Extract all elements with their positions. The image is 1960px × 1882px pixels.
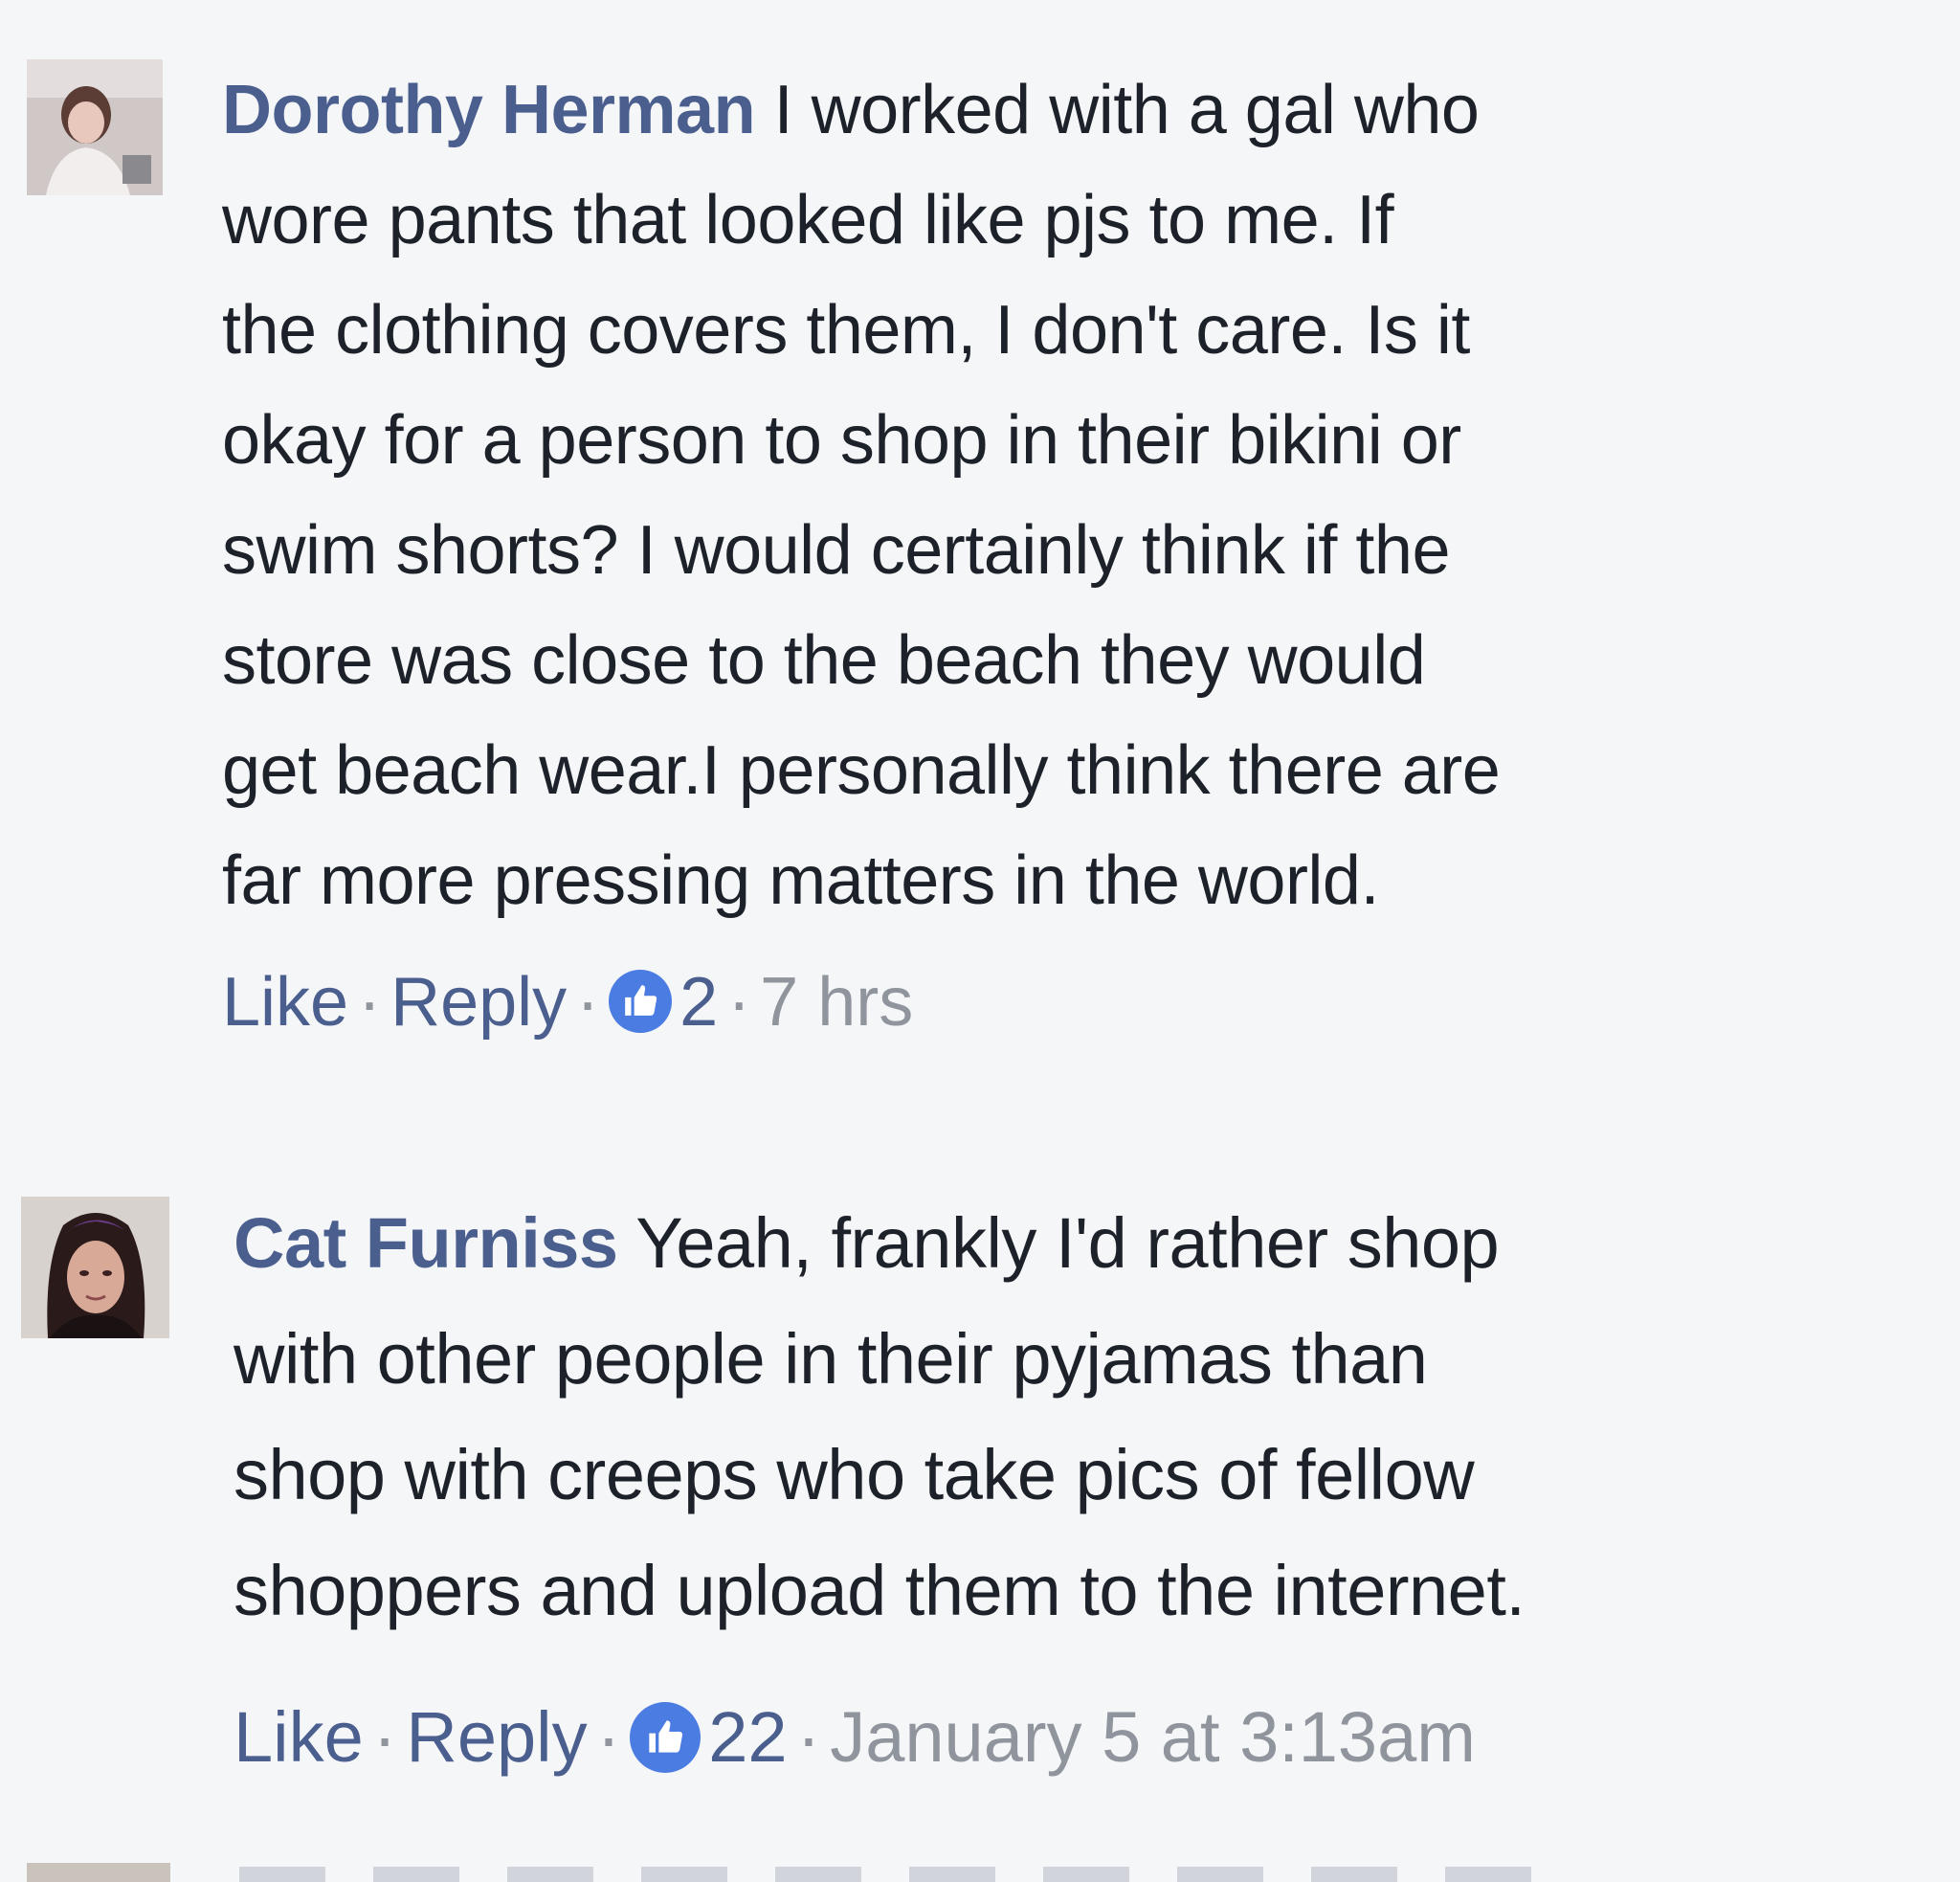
- comment-text: with other people in their pyjamas than: [234, 1319, 1428, 1399]
- comment-body: Dorothy Herman I worked with a gal who w…: [222, 56, 1772, 936]
- reaction-count[interactable]: 2: [679, 964, 718, 1041]
- comment-text: Yeah, frankly I'd rather shop: [617, 1203, 1500, 1283]
- author-name-link[interactable]: Cat Furniss: [234, 1203, 618, 1283]
- profile-photo: [27, 59, 163, 195]
- separator-dot: ·: [576, 964, 600, 1041]
- comment-text: swim shorts? I would certainly think if …: [222, 512, 1451, 589]
- profile-photo: [21, 1197, 169, 1338]
- comment-text: I worked with a gal who: [755, 72, 1480, 148]
- comment-text: the clothing covers them, I don't care. …: [222, 292, 1470, 369]
- comment-actions: Like · Reply · 22 · January 5 at 3:13am: [234, 1694, 1476, 1781]
- comment-body: Cat Furniss Yeah, frankly I'd rather sho…: [234, 1185, 1937, 1648]
- comment-text: far more pressing matters in the world.: [222, 842, 1379, 919]
- comment-actions: Like · Reply · 2 · 7 hrs: [222, 959, 913, 1045]
- like-link[interactable]: Like: [222, 964, 348, 1041]
- comment-text: okay for a person to shop in their bikin…: [222, 402, 1461, 479]
- comment-text: shop with creeps who take pics of fellow: [234, 1435, 1475, 1514]
- separator-dot: ·: [727, 964, 751, 1041]
- comment-text: store was close to the beach they would: [222, 622, 1426, 699]
- thumbs-up-icon[interactable]: [630, 1702, 702, 1773]
- separator-dot: ·: [358, 964, 382, 1041]
- like-link[interactable]: Like: [234, 1697, 364, 1777]
- separator-dot: ·: [796, 1697, 821, 1777]
- comment-line: Dorothy Herman I worked with a gal who: [222, 56, 1772, 166]
- timestamp-link[interactable]: January 5 at 3:13am: [830, 1697, 1476, 1777]
- comment-text: wore pants that looked like pjs to me. I…: [222, 182, 1394, 258]
- comment-text: get beach wear.I personally think there …: [222, 732, 1501, 809]
- thumbs-up-icon[interactable]: [609, 970, 673, 1033]
- reply-link[interactable]: Reply: [390, 964, 567, 1041]
- separator-dot: ·: [596, 1697, 621, 1777]
- author-name-link[interactable]: Dorothy Herman: [222, 72, 756, 148]
- timestamp-link[interactable]: 7 hrs: [760, 964, 913, 1041]
- reaction-count[interactable]: 22: [708, 1697, 787, 1777]
- comment-line: Cat Furniss Yeah, frankly I'd rather sho…: [234, 1185, 1937, 1301]
- avatar[interactable]: [21, 1197, 169, 1338]
- comment-text-cutoff: [239, 1867, 1579, 1882]
- comment-text: shoppers and upload them to the internet…: [234, 1551, 1526, 1630]
- reply-link[interactable]: Reply: [406, 1697, 587, 1777]
- avatar[interactable]: [27, 59, 163, 195]
- avatar[interactable]: [27, 1863, 170, 1882]
- separator-dot: ·: [372, 1697, 397, 1777]
